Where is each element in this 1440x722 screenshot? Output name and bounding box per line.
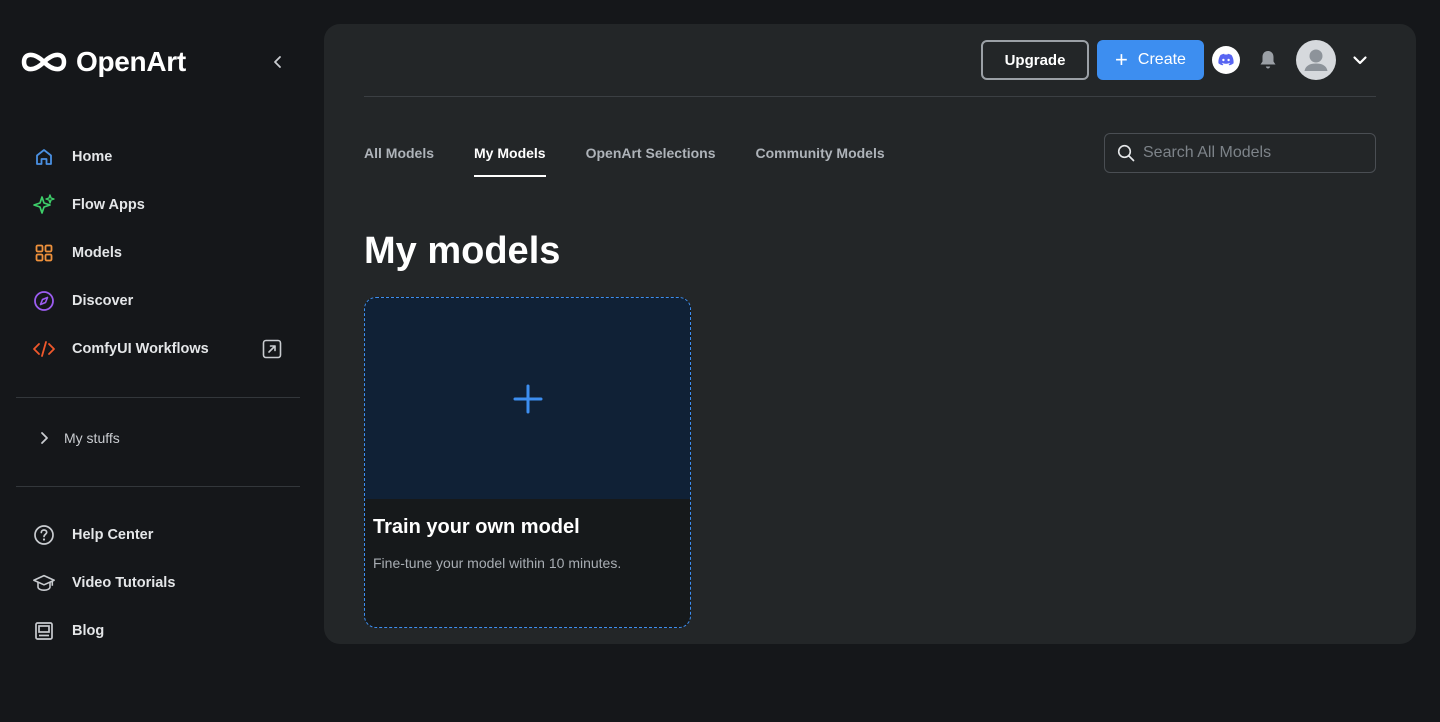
create-label: Create (1137, 51, 1186, 68)
my-stuffs-toggle[interactable]: My stuffs (32, 426, 120, 450)
sidebar-item-label: Models (72, 245, 122, 261)
sidebar: OpenArt Home Flow Apps Models Discover C… (0, 0, 316, 722)
sparkle-icon (32, 193, 56, 217)
sidebar-item-label: Flow Apps (72, 197, 145, 213)
sidebar-item-label: ComfyUI Workflows (72, 341, 209, 357)
chevron-down-icon (1353, 56, 1367, 65)
upgrade-button[interactable]: Upgrade (981, 40, 1089, 80)
sidebar-divider (16, 397, 300, 398)
sidebar-divider (16, 486, 300, 487)
code-icon (32, 337, 56, 361)
main-panel: Upgrade + Create All Models My Models Op… (324, 24, 1416, 644)
sidebar-item-models[interactable]: Models (16, 229, 300, 277)
search-box (1104, 133, 1376, 173)
create-button[interactable]: + Create (1097, 40, 1204, 80)
user-icon (1304, 49, 1328, 71)
sidebar-item-video-tutorials[interactable]: Video Tutorials (16, 559, 300, 607)
sidebar-item-flow-apps[interactable]: Flow Apps (16, 181, 300, 229)
home-icon (32, 145, 56, 169)
sidebar-item-label: Video Tutorials (72, 575, 176, 591)
bell-icon[interactable] (1256, 48, 1280, 72)
sidebar-item-discover[interactable]: Discover (16, 277, 300, 325)
avatar[interactable] (1296, 40, 1336, 80)
sidebar-item-blog[interactable]: Blog (16, 607, 300, 655)
card-description: Fine-tune your model within 10 minutes. (373, 555, 622, 571)
train-model-card[interactable]: Train your own model Fine-tune your mode… (364, 297, 691, 628)
search-input[interactable] (1143, 144, 1363, 162)
my-stuffs-label: My stuffs (64, 430, 120, 446)
page-title: My models (364, 230, 561, 272)
compass-icon (32, 289, 56, 313)
collapse-sidebar-button[interactable] (266, 50, 290, 74)
external-link-icon (260, 337, 284, 361)
card-preview (365, 298, 690, 499)
logo[interactable]: OpenArt (20, 44, 186, 80)
plus-icon (513, 384, 542, 413)
openart-logo-icon (21, 52, 67, 72)
model-tabs: All Models My Models OpenArt Selections … (364, 132, 925, 177)
sidebar-item-label: Home (72, 149, 113, 165)
sidebar-item-comfyui-workflows[interactable]: ComfyUI Workflows (16, 325, 300, 373)
blog-icon (32, 619, 56, 643)
chevron-right-icon (41, 432, 48, 444)
sidebar-secondary-nav: Help Center Video Tutorials Blog (16, 511, 300, 655)
brand-name: OpenArt (76, 46, 186, 77)
tab-my-models[interactable]: My Models (474, 132, 546, 177)
sidebar-item-label: Blog (72, 623, 105, 639)
sidebar-item-home[interactable]: Home (16, 133, 300, 181)
tab-openart-selections[interactable]: OpenArt Selections (586, 132, 716, 177)
sidebar-item-label: Help Center (72, 527, 154, 543)
grid-icon (32, 241, 56, 265)
header-divider (364, 96, 1376, 97)
chevron-left-icon (274, 56, 281, 68)
card-title: Train your own model (373, 516, 580, 538)
graduation-cap-icon (32, 571, 56, 595)
sidebar-item-help-center[interactable]: Help Center (16, 511, 300, 559)
tab-community-models[interactable]: Community Models (756, 132, 885, 177)
account-menu-chevron[interactable] (1348, 48, 1372, 72)
discord-icon[interactable] (1212, 46, 1240, 74)
plus-icon: + (1115, 47, 1128, 72)
sidebar-item-label: Discover (72, 293, 134, 309)
search-icon (1117, 144, 1135, 162)
help-icon (32, 523, 56, 547)
tab-all-models[interactable]: All Models (364, 132, 434, 177)
sidebar-nav: Home Flow Apps Models Discover ComfyUI W… (16, 133, 300, 373)
